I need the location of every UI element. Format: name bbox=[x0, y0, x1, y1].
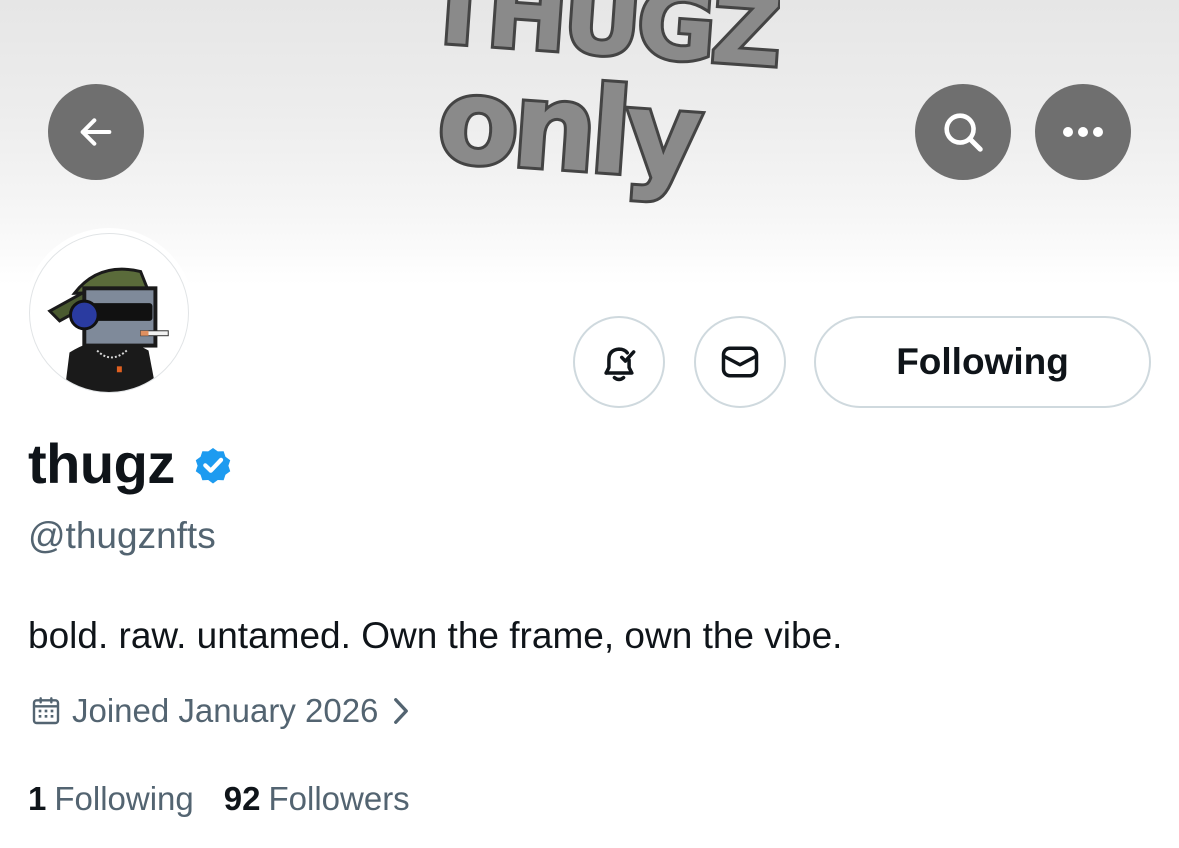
notifications-button[interactable] bbox=[573, 316, 665, 408]
message-button[interactable] bbox=[694, 316, 786, 408]
calendar-icon bbox=[32, 697, 60, 725]
follow-stats: 1 Following 92 Followers bbox=[28, 778, 410, 820]
verified-badge-icon[interactable] bbox=[191, 443, 235, 487]
bell-check-icon bbox=[604, 347, 636, 382]
profile-page: THUGZ only Following thugz @thugznfts bo… bbox=[0, 0, 1179, 848]
svg-text:only: only bbox=[434, 50, 706, 206]
search-button[interactable] bbox=[915, 84, 1011, 180]
profile-banner[interactable]: THUGZ only bbox=[0, 0, 1179, 285]
following-button[interactable]: Following bbox=[814, 316, 1151, 408]
name-row: thugz bbox=[28, 432, 235, 496]
chevron-right-icon bbox=[394, 698, 409, 724]
display-name: thugz bbox=[28, 432, 175, 495]
more-options-button[interactable] bbox=[1035, 84, 1131, 180]
joined-date-row[interactable]: Joined January 2026 bbox=[30, 690, 412, 732]
following-stat-link[interactable]: 1 Following bbox=[28, 778, 194, 820]
arrow-left-icon bbox=[80, 118, 112, 146]
avatar[interactable] bbox=[24, 228, 194, 398]
joined-date-text: Joined January 2026 bbox=[72, 692, 379, 729]
user-handle: @thugznfts bbox=[28, 515, 216, 556]
search-icon bbox=[944, 113, 983, 152]
followers-stat-link[interactable]: 92 Followers bbox=[224, 778, 410, 820]
envelope-icon bbox=[721, 346, 759, 378]
avatar-character-image bbox=[47, 267, 169, 392]
back-button[interactable] bbox=[48, 84, 144, 180]
followers-label: Followers bbox=[268, 780, 410, 817]
followers-count: 92 bbox=[223, 780, 261, 817]
following-count: 1 bbox=[28, 780, 47, 817]
following-label: Following bbox=[54, 780, 194, 817]
banner-logo-art: THUGZ only bbox=[419, 0, 780, 209]
more-horizontal-icon bbox=[1063, 127, 1103, 137]
profile-bio: bold. raw. untamed. Own the frame, own t… bbox=[28, 615, 843, 656]
